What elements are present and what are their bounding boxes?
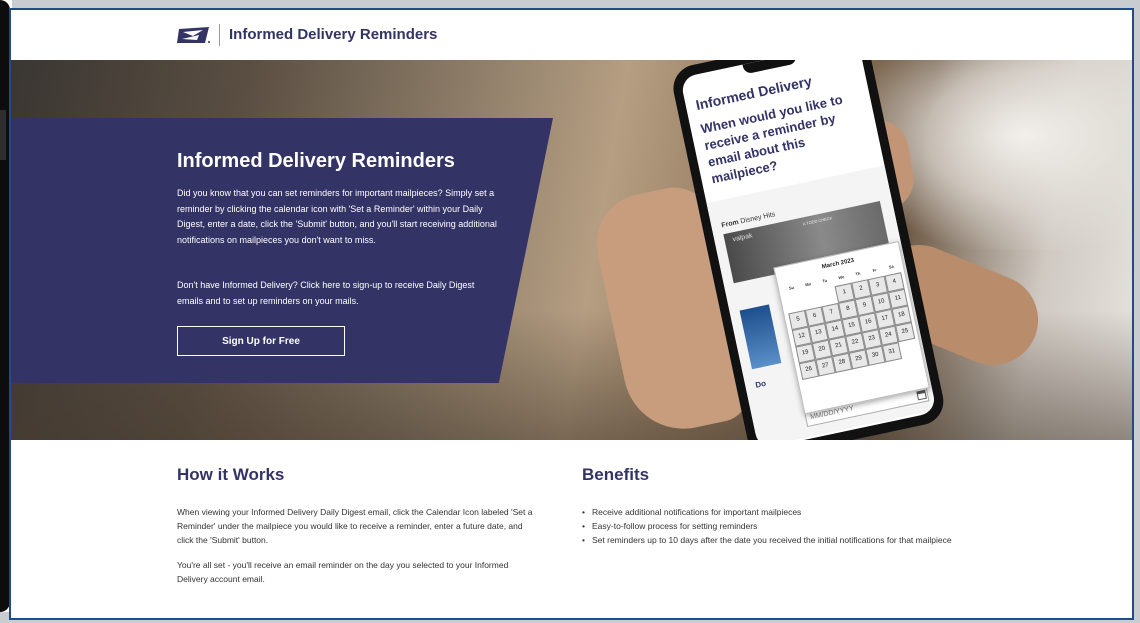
benefit-item: Set reminders up to 10 days after the da…	[582, 533, 962, 547]
calendar-weekday: Fr	[872, 267, 878, 273]
sign-up-button[interactable]: Sign Up for Free	[177, 326, 345, 356]
hero-banner: Informed Delivery When would you like to…	[11, 60, 1132, 440]
how-it-works-paragraph-2: You're all set - you'll receive an email…	[177, 560, 509, 584]
calendar-date-cell[interactable]: 31	[881, 342, 903, 363]
benefit-item: Receive additional notifications for imp…	[582, 505, 962, 519]
benefits-title: Benefits	[582, 465, 650, 484]
phone-notch	[742, 60, 798, 75]
calendar-weekday: Mo	[804, 281, 812, 288]
hero-text-panel: Informed Delivery Reminders Did you know…	[11, 118, 553, 383]
how-it-works-paragraph-1: When viewing your Informed Delivery Dail…	[177, 507, 533, 545]
hero-paragraph-signup[interactable]: Don't have Informed Delivery? Click here…	[177, 278, 497, 309]
page-frame: Informed Delivery Reminders Informed Del…	[9, 8, 1134, 620]
calendar-date-cell[interactable]: 25	[895, 322, 916, 343]
hero-title: Informed Delivery Reminders	[177, 150, 455, 172]
calendar-weekday: Tu	[821, 277, 828, 284]
phone-mailpiece-tag: A TODD CHECK	[802, 215, 833, 227]
calendar-date-grid: 1 2 3 4 5 6 7 8 9 10 11 12 13 14 15 16 17 18 19 20 21 22 23 24 2…	[785, 272, 920, 381]
header-title: Informed Delivery Reminders	[229, 26, 438, 43]
benefit-item: Easy-to-follow process for setting remin…	[582, 519, 962, 533]
calendar-weekday: Th	[855, 270, 861, 277]
hero-paragraph-intro: Did you know that you can set reminders …	[177, 188, 497, 245]
calendar-weekday: We	[837, 274, 845, 281]
device-side-button	[0, 110, 6, 160]
usps-eagle-logo-icon[interactable]	[177, 25, 211, 45]
site-header: Informed Delivery Reminders	[11, 10, 1132, 60]
phone-mailpiece-brand: valpak	[732, 232, 754, 244]
benefits-list: Receive additional notifications for imp…	[582, 505, 962, 547]
header-divider	[219, 24, 220, 46]
how-it-works-title: How it Works	[177, 465, 285, 484]
calendar-weekday: Sa	[888, 263, 895, 270]
calendar-weekday: Su	[788, 284, 795, 291]
calendar-icon[interactable]	[916, 389, 927, 401]
